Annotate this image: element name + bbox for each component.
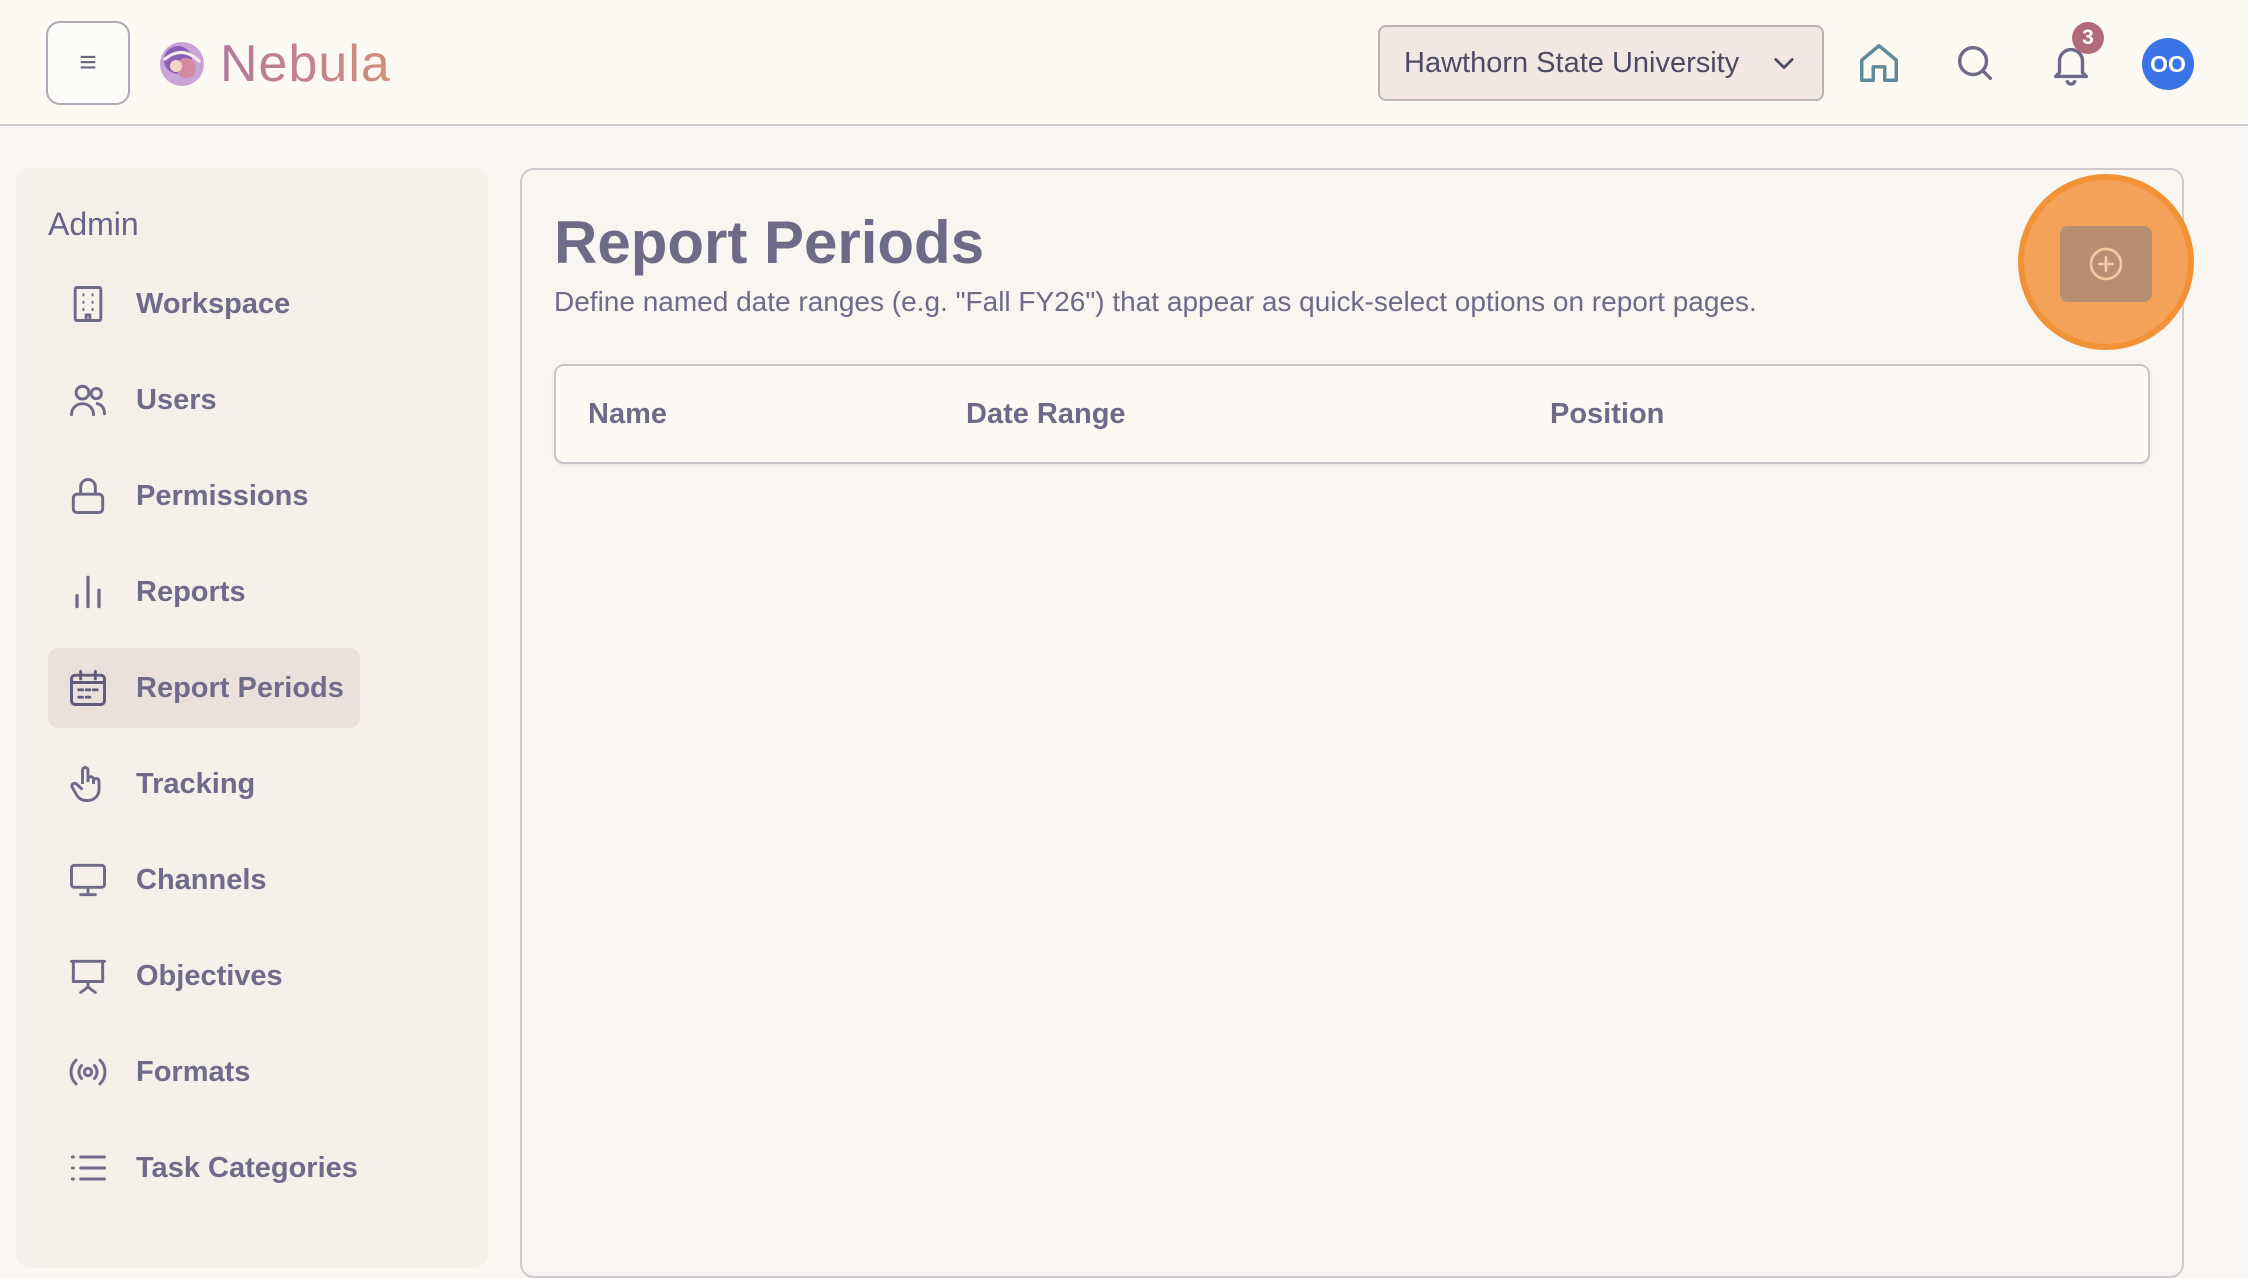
- hamburger-icon: ≡: [79, 46, 97, 79]
- report-periods-panel: Report Periods Define named date ranges …: [520, 168, 2194, 1278]
- sidebar-item-label: Workspace: [136, 287, 291, 320]
- sidebar-item-label: Report Periods: [136, 671, 344, 704]
- column-header-name[interactable]: Name: [588, 398, 667, 431]
- sidebar-item-label: Tracking: [136, 767, 256, 800]
- sidebar-item-label: Task Categories: [136, 1151, 358, 1184]
- user-avatar[interactable]: OO: [2142, 38, 2194, 90]
- home-icon: [1860, 44, 1898, 82]
- app-name: Nebula: [220, 35, 391, 93]
- page-title: Report Periods: [554, 209, 985, 276]
- column-header-date-range[interactable]: Date Range: [966, 398, 1126, 431]
- sidebar-item-label: Reports: [136, 575, 246, 608]
- notification-count-badge: 3: [2072, 22, 2104, 54]
- search-icon: [1957, 45, 1993, 81]
- sidebar-item-permissions[interactable]: Permissions: [48, 456, 324, 536]
- sidebar-item-label: Channels: [136, 863, 267, 896]
- calendar-icon: [64, 664, 112, 712]
- list-icon: [64, 1144, 112, 1192]
- menu-button[interactable]: ≡: [46, 21, 130, 105]
- top-bar: ≡ Nebula Hawthorn State University 3 OO: [0, 0, 2248, 126]
- sidebar-item-users[interactable]: Users: [48, 360, 233, 440]
- sidebar-item-label: Users: [136, 383, 217, 416]
- home-button[interactable]: [1852, 36, 1906, 90]
- pointer-hand-icon: [64, 760, 112, 808]
- sidebar-item-label: Permissions: [136, 479, 309, 512]
- sidebar-item-objectives[interactable]: Objectives: [48, 936, 299, 1016]
- app-logo[interactable]: Nebula: [154, 30, 391, 98]
- sidebar-heading: Admin: [48, 206, 139, 242]
- report-periods-table-header: Name Date Range Position: [554, 364, 2150, 464]
- organization-selector[interactable]: Hawthorn State University: [1378, 25, 1824, 101]
- add-report-period-button[interactable]: [2060, 226, 2152, 302]
- sidebar-item-formats[interactable]: Formats: [48, 1032, 266, 1112]
- bar-chart-icon: [64, 568, 112, 616]
- users-icon: [64, 376, 112, 424]
- building-icon: [64, 280, 112, 328]
- plus-circle-icon: [2089, 247, 2123, 281]
- chevron-down-icon: [1774, 58, 1794, 70]
- nebula-logo-icon: [160, 42, 204, 86]
- sidebar-item-channels[interactable]: Channels: [48, 840, 283, 920]
- sidebar-item-workspace[interactable]: Workspace: [48, 264, 306, 344]
- presentation-icon: [64, 952, 112, 1000]
- page-subtitle: Define named date ranges (e.g. "Fall FY2…: [554, 286, 1757, 317]
- sidebar-item-report-periods[interactable]: Report Periods: [48, 648, 360, 728]
- organization-name: Hawthorn State University: [1404, 46, 1740, 79]
- sidebar-item-reports[interactable]: Reports: [48, 552, 262, 632]
- monitor-icon: [64, 856, 112, 904]
- sidebar-item-task-categories[interactable]: Task Categories: [48, 1128, 374, 1208]
- search-button[interactable]: [1948, 36, 2002, 90]
- sidebar-item-tracking[interactable]: Tracking: [48, 744, 271, 824]
- lock-icon: [64, 472, 112, 520]
- sidebar-item-label: Objectives: [136, 959, 283, 992]
- admin-sidebar: Admin Workspace Users Permissions Report…: [16, 168, 488, 1268]
- sidebar-item-label: Formats: [136, 1055, 251, 1088]
- broadcast-icon: [64, 1048, 112, 1096]
- column-header-position[interactable]: Position: [1550, 398, 1664, 431]
